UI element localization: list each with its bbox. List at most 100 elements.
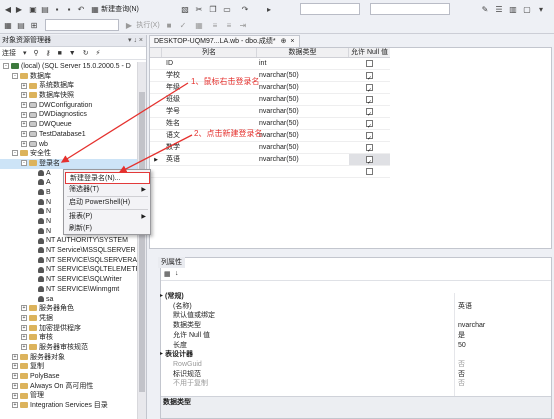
row-indicator[interactable] <box>150 94 162 105</box>
property-value[interactable]: 英语 <box>458 302 472 311</box>
tree-node[interactable]: + 复制 <box>0 362 138 372</box>
categorized-icon[interactable]: ▦ <box>164 270 171 278</box>
tree-node[interactable]: - (local) (SQL Server 15.0.2000.5 - D <box>0 62 138 72</box>
allow-null-checkbox[interactable]: ✓ <box>366 96 373 106</box>
allow-null-checkbox[interactable] <box>366 60 373 67</box>
property-value[interactable]: 否 <box>458 379 465 388</box>
property-row[interactable]: 允许 Null 值 是 <box>161 331 551 340</box>
connect-icon[interactable]: ⚲ <box>33 50 38 57</box>
pin-tab-icon[interactable]: ⊕ <box>281 38 287 45</box>
table-row[interactable]: ▶ 英语 nvarchar(50) ✓ <box>150 154 390 166</box>
tools-icon[interactable]: ✎ <box>480 3 490 15</box>
data-type-cell[interactable]: int <box>257 58 349 69</box>
column-name-cell[interactable]: ID <box>162 58 257 69</box>
new-query-icon[interactable]: ▦ <box>90 3 100 15</box>
property-value[interactable]: 否 <box>458 370 465 379</box>
paste-icon[interactable]: ▭ <box>222 3 232 15</box>
table-icon[interactable]: ▤ <box>16 19 26 31</box>
context-menu-item[interactable]: 筛选器(T) ▶ <box>65 184 150 196</box>
collapse-icon[interactable]: - <box>3 63 9 70</box>
data-type-cell[interactable]: nvarchar(50) <box>257 118 349 129</box>
row-indicator[interactable]: ▶ <box>150 154 162 165</box>
expand-icon[interactable]: + <box>12 392 18 399</box>
tree-node[interactable]: NT Service\MSSQLSERVER <box>0 246 138 256</box>
activity-monitor-icon[interactable]: ⚡ <box>96 50 101 57</box>
data-type-cell[interactable]: nvarchar(50) <box>257 142 349 153</box>
redo-icon[interactable]: ↷ <box>240 3 250 15</box>
row-indicator[interactable] <box>150 142 162 153</box>
expand-icon[interactable]: + <box>12 382 18 389</box>
collapse-icon[interactable]: - <box>21 160 27 167</box>
tree-node[interactable]: + 服务器角色 <box>0 304 138 314</box>
execute-icon[interactable]: ▶ <box>124 19 134 31</box>
collapse-icon[interactable]: - <box>12 72 18 79</box>
toolbar-options-icon[interactable]: ▾ <box>536 3 546 15</box>
tree-node[interactable]: + DWQueue <box>0 120 138 130</box>
expand-icon[interactable]: + <box>21 130 27 137</box>
property-value[interactable]: 是 <box>458 331 465 340</box>
connect-dropdown-icon[interactable]: ▾ <box>23 50 27 57</box>
table-row[interactable] <box>150 166 390 178</box>
data-type-cell[interactable]: nvarchar(50) <box>257 130 349 141</box>
expand-icon[interactable]: + <box>21 324 27 331</box>
close-tab-icon[interactable]: × <box>290 38 294 45</box>
uncomment-icon[interactable]: ≡ <box>224 19 234 31</box>
expand-icon[interactable]: + <box>12 373 18 380</box>
new-item-icon[interactable]: ▣ <box>28 3 38 15</box>
property-row[interactable]: 长度 50 <box>161 341 551 350</box>
column-name-cell[interactable]: 学号 <box>162 106 257 117</box>
row-indicator[interactable] <box>150 58 162 69</box>
alphabetical-icon[interactable]: ↓ <box>175 270 179 277</box>
tree-node[interactable]: + Always On 高可用性 <box>0 382 138 392</box>
table-row[interactable]: 学号 nvarchar(50) ✓ <box>150 106 390 118</box>
property-row[interactable]: RowGuid 否 <box>161 360 551 369</box>
property-section[interactable]: ▸ 表设计器 <box>160 350 551 359</box>
debug-icon[interactable]: ▸ <box>264 3 274 15</box>
row-indicator[interactable] <box>150 166 162 177</box>
copy-icon[interactable]: ❐ <box>208 3 218 15</box>
row-indicator[interactable] <box>150 118 162 129</box>
db-engine-query-icon[interactable]: ▧ <box>180 3 190 15</box>
property-row[interactable]: (名称) 英语 <box>161 302 551 311</box>
allow-null-checkbox[interactable]: ✓ <box>366 84 373 94</box>
refresh-icon[interactable]: ↻ <box>83 50 89 57</box>
table-row[interactable]: ID int <box>150 58 390 70</box>
property-value[interactable]: nvarchar <box>458 321 485 330</box>
property-row[interactable]: 标识规范 否 <box>161 370 551 379</box>
tree-node[interactable]: + 加密提供程序 <box>0 324 138 334</box>
expand-icon[interactable]: + <box>21 315 27 322</box>
table-row[interactable]: 姓名 nvarchar(50) ✓ <box>150 118 390 130</box>
tree-node[interactable]: + 管理 <box>0 391 138 401</box>
allow-null-checkbox[interactable] <box>366 168 373 175</box>
tree-node[interactable]: + 服务器审核规范 <box>0 343 138 353</box>
tree-node[interactable]: + Integration Services 目录 <box>0 401 138 411</box>
tree-node[interactable]: + 系统数据库 <box>0 81 138 91</box>
results-icon[interactable]: ▦ <box>194 19 204 31</box>
save-all-icon[interactable]: ▪ <box>64 3 74 15</box>
tree-node[interactable]: + 凭据 <box>0 314 138 324</box>
column-name-cell[interactable]: 数学 <box>162 142 257 153</box>
tree-node[interactable]: + PolyBase <box>0 372 138 382</box>
context-menu-item[interactable]: 刷新(F) <box>65 223 150 235</box>
scrollbar-thumb[interactable] <box>139 92 145 392</box>
property-row[interactable]: 不用于复制 否 <box>161 379 551 388</box>
tree-node[interactable]: sa <box>0 295 138 305</box>
allow-null-checkbox[interactable]: ✓ <box>366 156 373 166</box>
comment-icon[interactable]: ≡ <box>210 19 220 31</box>
tree-node[interactable]: NT SERVICE\SQLWriter <box>0 275 138 285</box>
execute-button[interactable]: 执行(X) <box>136 19 160 31</box>
data-type-cell[interactable]: nvarchar(50) <box>257 106 349 117</box>
expand-icon[interactable]: + <box>21 305 27 312</box>
tree-node[interactable]: - 数据库 <box>0 72 138 82</box>
allow-null-checkbox[interactable]: ✓ <box>366 132 373 142</box>
expand-icon[interactable]: + <box>21 334 27 341</box>
connect-button[interactable]: 连接 <box>2 50 16 57</box>
column-name-cell[interactable] <box>162 166 257 177</box>
expand-icon[interactable]: + <box>21 140 27 147</box>
tree-node[interactable]: + wb <box>0 140 138 150</box>
tree-node[interactable]: - 登录名 <box>0 158 138 169</box>
property-value[interactable]: 50 <box>458 341 466 350</box>
tree-node[interactable]: + 服务器对象 <box>0 353 138 363</box>
parse-icon[interactable]: ✓ <box>178 19 188 31</box>
expand-icon[interactable]: + <box>21 111 27 118</box>
